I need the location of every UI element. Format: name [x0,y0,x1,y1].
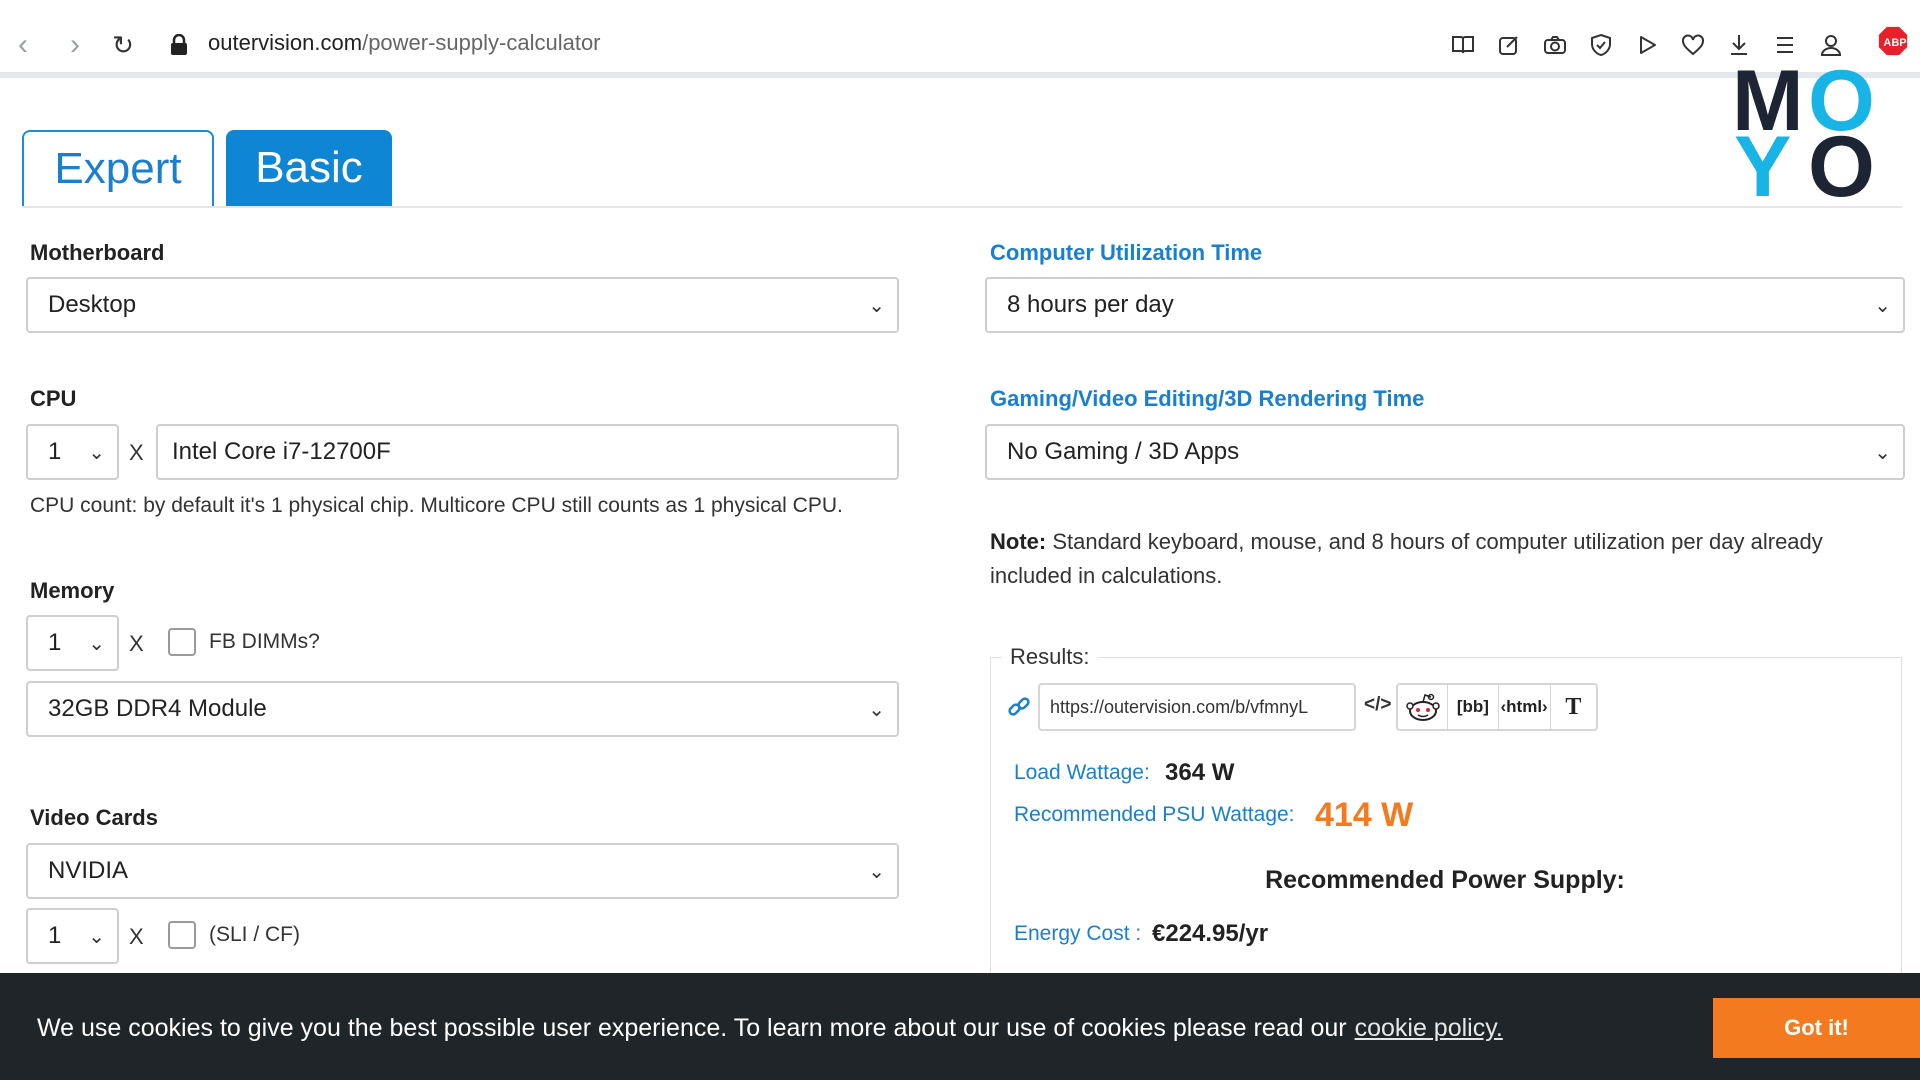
video-count-select[interactable]: 1 ⌄ [26,908,119,964]
chevron-down-icon: ⌄ [1874,295,1891,317]
share-button-group: [bb] ‹html› T [1396,683,1598,731]
gaming-time-value: No Gaming / 3D Apps [1007,438,1240,465]
video-cards-label: Video Cards [30,805,158,830]
reload-icon[interactable]: ↻ [108,30,138,60]
cpu-model-value: Intel Core i7-12700F [172,438,391,465]
gaming-time-select[interactable]: No Gaming / 3D Apps ⌄ [985,424,1905,480]
cookie-text: We use cookies to give you the best poss… [37,1014,1347,1042]
logo-letter-y: Y [1734,119,1792,215]
share-url-field[interactable]: https://outervision.com/b/vfmnyL [1038,683,1356,731]
sli-cf-label: (SLI / CF) [209,923,301,946]
html-button[interactable]: ‹html› [1499,685,1551,729]
video-count-value: 1 [48,922,62,949]
chevron-down-icon: ⌄ [868,699,885,721]
address-bar[interactable]: outervision.com/power-supply-calculator [208,30,601,56]
fb-dimms-label: FB DIMMs? [209,630,320,653]
recommended-psu-title: Recommended Power Supply: [1265,866,1625,894]
adblock-label: ABP [1883,37,1907,49]
energy-cost-label: Energy Cost : [1014,922,1142,945]
embed-code-icon[interactable]: </> [1364,694,1391,716]
camera-icon[interactable] [1540,30,1570,60]
multiply-mark: X [129,631,144,656]
logo-letter-o2: O [1808,119,1875,215]
utilization-value: 8 hours per day [1007,291,1174,318]
reddit-icon[interactable] [1398,685,1449,729]
psu-wattage-value: 414 W [1315,796,1414,834]
play-icon[interactable] [1632,30,1662,60]
chevron-down-icon: ⌄ [868,295,885,317]
motherboard-select[interactable]: Desktop ⌄ [26,277,899,333]
heart-icon[interactable] [1678,30,1708,60]
tab-divider [22,206,1902,208]
video-brand-value: NVIDIA [48,857,129,884]
calculation-note: Note: Standard keyboard, mouse, and 8 ho… [990,525,1870,593]
note-bold: Note: [990,529,1047,554]
chevron-down-icon: ⌄ [868,861,885,883]
video-brand-select[interactable]: NVIDIA ⌄ [26,843,899,899]
shield-icon[interactable] [1586,30,1616,60]
gaming-time-label: Gaming/Video Editing/3D Rendering Time [990,386,1425,411]
results-legend: Results: [1002,644,1098,670]
cpu-label: CPU [30,386,77,411]
cpu-model-input[interactable]: Intel Core i7-12700F [156,424,899,480]
url-domain: outervision.com [208,30,363,55]
psu-wattage-label: Recommended PSU Wattage: [1014,803,1295,826]
lock-icon[interactable] [164,30,194,60]
chevron-down-icon: ⌄ [88,442,105,464]
reader-icon[interactable] [1448,30,1478,60]
adblock-icon[interactable]: ABP [1878,26,1908,56]
memory-module-select[interactable]: 32GB DDR4 Module ⌄ [26,681,899,737]
load-wattage-label: Load Wattage: [1014,761,1150,784]
forward-icon[interactable]: › [60,28,90,61]
cookie-policy-link[interactable]: cookie policy. [1355,1014,1503,1042]
sli-cf-checkbox[interactable] [168,921,196,949]
chevron-down-icon: ⌄ [88,633,105,655]
memory-module-value: 32GB DDR4 Module [48,695,267,722]
motherboard-value: Desktop [48,291,137,318]
load-wattage-value: 364 W [1165,759,1235,786]
memory-count-value: 1 [48,629,62,656]
tab-expert[interactable]: Expert [22,130,214,206]
cookie-accept-button[interactable]: Got it! [1713,998,1920,1058]
energy-cost-value: €224.95/yr [1152,920,1269,947]
text-button[interactable]: T [1551,685,1596,729]
link-icon [1006,694,1032,720]
note-text: Standard keyboard, mouse, and 8 hours of… [990,529,1823,588]
url-path: /power-supply-calculator [362,30,601,55]
chevron-down-icon: ⌄ [1874,442,1891,464]
bbcode-button[interactable]: [bb] [1448,685,1499,729]
multiply-mark: X [129,924,144,949]
browser-toolbar: ‹ › ↻ outervision.com/power-supply-calcu… [0,0,1920,78]
memory-label: Memory [30,578,115,603]
cookie-message: We use cookies to give you the best poss… [37,1014,1503,1043]
back-icon[interactable]: ‹ [8,28,38,61]
tab-basic[interactable]: Basic [226,130,392,206]
chevron-down-icon: ⌄ [88,926,105,948]
motherboard-label: Motherboard [30,240,165,265]
utilization-select[interactable]: 8 hours per day ⌄ [985,277,1905,333]
memory-count-select[interactable]: 1 ⌄ [26,615,119,671]
cpu-count-value: 1 [48,438,62,465]
multiply-mark: X [129,440,144,465]
share-url-value: https://outervision.com/b/vfmnyL [1050,696,1309,717]
utilization-label: Computer Utilization Time [990,240,1263,265]
fb-dimms-checkbox[interactable] [168,628,196,656]
cpu-help-text: CPU count: by default it's 1 physical ch… [30,494,843,517]
edit-icon[interactable] [1494,30,1524,60]
cpu-count-select[interactable]: 1 ⌄ [26,424,119,480]
